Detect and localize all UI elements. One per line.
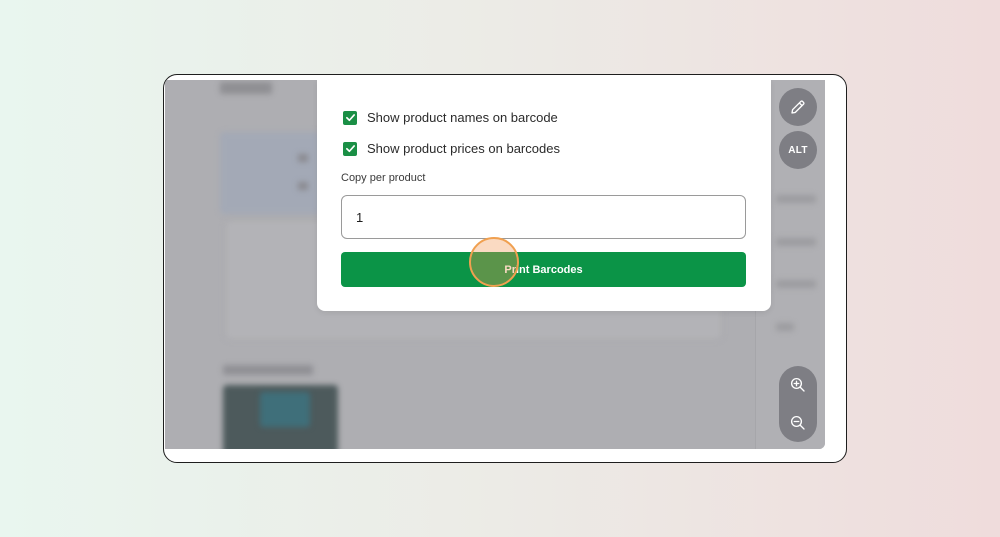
- show-names-label: Show product names on barcode: [367, 110, 558, 125]
- background-text-line: [298, 182, 308, 190]
- background-card: [220, 132, 320, 214]
- show-prices-checkbox[interactable]: [343, 141, 357, 156]
- background-text-line: [298, 154, 308, 162]
- zoom-controls: [779, 366, 817, 442]
- background-text-line: [776, 238, 816, 246]
- edit-button[interactable]: [779, 88, 817, 126]
- background-text-line: [776, 280, 816, 288]
- show-names-checkbox[interactable]: [343, 110, 357, 125]
- screenshot-frame: Show product names on barcode Show produ…: [163, 74, 847, 463]
- check-icon: [345, 145, 355, 153]
- background-text-line: [776, 195, 816, 203]
- background-text-line: [776, 323, 794, 331]
- zoom-out-icon: [790, 415, 805, 430]
- zoom-in-button[interactable]: [779, 366, 817, 404]
- check-icon: [345, 114, 355, 122]
- app-screen: Show product names on barcode Show produ…: [165, 80, 825, 449]
- print-barcodes-button[interactable]: Print Barcodes: [341, 252, 746, 287]
- print-barcodes-dialog: Show product names on barcode Show produ…: [317, 80, 771, 311]
- show-prices-option[interactable]: Show product prices on barcodes: [343, 141, 560, 156]
- background-section-label: [223, 365, 313, 375]
- background-product-image-detail: [260, 392, 310, 427]
- copy-per-product-label: Copy per product: [341, 172, 426, 184]
- show-names-option[interactable]: Show product names on barcode: [343, 110, 558, 125]
- copy-per-product-input[interactable]: [341, 195, 746, 239]
- zoom-out-button[interactable]: [779, 404, 817, 442]
- pencil-icon: [791, 100, 805, 114]
- background-heading: [220, 82, 272, 94]
- alt-text-button[interactable]: ALT: [779, 131, 817, 169]
- show-prices-label: Show product prices on barcodes: [367, 141, 560, 156]
- zoom-in-icon: [790, 377, 805, 392]
